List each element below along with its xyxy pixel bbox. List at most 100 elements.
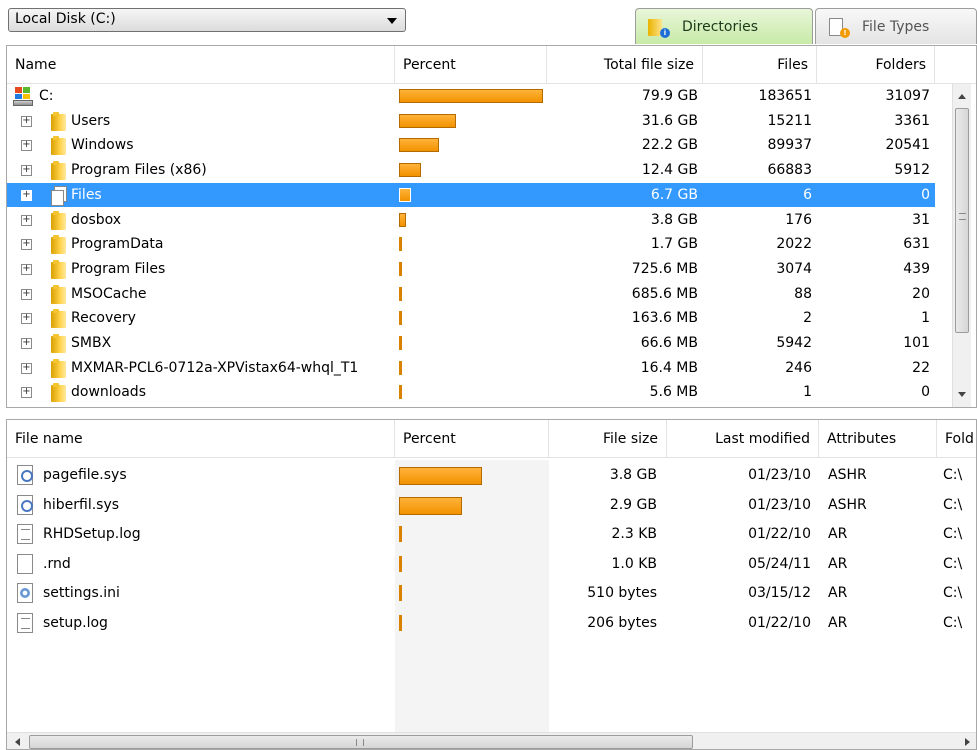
file-row[interactable]: hiberfil.sys 2.9 GB 01/23/10 ASHR C:\ [7, 490, 976, 520]
file-folder: C:\ [943, 585, 963, 601]
file-row[interactable]: setup.log 206 bytes 01/22/10 AR C:\ [7, 608, 976, 638]
directory-size: 5.6 MB [649, 384, 698, 400]
directory-folders: 31097 [885, 88, 930, 104]
file-last-modified: 05/24/11 [748, 556, 811, 572]
directory-row[interactable]: + Recovery 163.6 MB 2 1 [7, 306, 935, 330]
directory-files: 183651 [758, 88, 812, 104]
scroll-left-icon[interactable] [15, 738, 20, 746]
file-last-modified: 01/22/10 [748, 526, 811, 542]
expand-icon[interactable]: + [21, 313, 32, 324]
expand-icon[interactable]: + [21, 289, 32, 300]
tab-directories[interactable]: i Directories [635, 8, 813, 44]
directory-row[interactable]: + dosbox 3.8 GB 176 31 [7, 208, 935, 232]
file-last-modified: 01/22/10 [748, 615, 811, 631]
directory-folders: 5912 [894, 162, 930, 178]
column-header-files[interactable]: Files [703, 46, 817, 84]
scroll-right-icon[interactable] [965, 738, 970, 746]
directory-row[interactable]: + Program Files (x86) 12.4 GB 66883 5912 [7, 158, 935, 182]
file-size: 206 bytes [587, 615, 657, 631]
expand-icon[interactable]: + [21, 165, 32, 176]
files-panel: File name Percent File size Last modifie… [6, 419, 977, 750]
folder-icon [51, 359, 67, 378]
directory-row[interactable]: C: 79.9 GB 183651 31097 [7, 84, 935, 108]
expand-icon[interactable]: + [21, 264, 32, 275]
percent-bar [399, 89, 543, 103]
column-header-file-percent[interactable]: Percent [395, 420, 549, 458]
expand-icon[interactable]: + [21, 387, 32, 398]
directory-name: MXMAR-PCL6-0712a-XPVistax64-whql_T1 [71, 360, 359, 376]
column-header-folder[interactable]: Fold [937, 420, 976, 458]
percent-bar [399, 615, 402, 631]
directory-folders: 31 [912, 212, 930, 228]
directory-row[interactable]: + ProgramData 1.7 GB 2022 631 [7, 232, 935, 256]
directory-name: SMBX [71, 335, 112, 351]
column-header-percent[interactable]: Percent [395, 46, 547, 84]
directory-files: 5942 [776, 335, 812, 351]
expand-icon[interactable]: + [21, 338, 32, 349]
directory-row[interactable]: + downloads 5.6 MB 1 0 [7, 380, 935, 404]
horizontal-scroll-thumb[interactable] [29, 735, 693, 749]
directory-files: 6 [803, 187, 812, 203]
folder-icon [51, 235, 67, 254]
file-row[interactable]: settings.ini 510 bytes 03/15/12 AR C:\ [7, 578, 976, 608]
vertical-scrollbar[interactable] [952, 84, 971, 407]
directory-row[interactable]: + Files 6.7 GB 6 0 [7, 183, 935, 207]
file-last-modified: 03/15/12 [748, 585, 811, 601]
directory-size: 22.2 GB [641, 137, 698, 153]
directory-size: 6.7 GB [650, 187, 698, 203]
directory-row[interactable]: + Windows 22.2 GB 89937 20541 [7, 133, 935, 157]
directory-row[interactable]: + MSOCache 685.6 MB 88 20 [7, 282, 935, 306]
percent-bar [399, 467, 482, 485]
directory-size: 685.6 MB [631, 286, 698, 302]
percent-bar [399, 237, 402, 251]
directory-name: ProgramData [71, 236, 164, 252]
directory-folders: 20541 [885, 137, 930, 153]
file-row[interactable]: RHDSetup.log 2.3 KB 01/22/10 AR C:\ [7, 519, 976, 549]
scroll-up-icon[interactable] [958, 94, 966, 99]
horizontal-scrollbar[interactable] [7, 732, 976, 749]
column-header-last-modified[interactable]: Last modified [667, 420, 819, 458]
folder-icon [51, 285, 67, 304]
settings-file-icon [17, 583, 33, 603]
directory-row[interactable]: + SMBX 66.6 MB 5942 101 [7, 331, 935, 355]
percent-bar [399, 556, 402, 572]
file-size: 510 bytes [587, 585, 657, 601]
directory-row[interactable]: + Program Files 725.6 MB 3074 439 [7, 257, 935, 281]
directory-files: 89937 [767, 137, 812, 153]
percent-bar [399, 336, 402, 350]
file-folder: C:\ [943, 615, 963, 631]
expand-icon[interactable]: + [21, 363, 32, 374]
expand-icon[interactable]: + [21, 190, 32, 201]
drive-select[interactable]: Local Disk (C:) [8, 8, 406, 32]
column-header-file-size[interactable]: File size [549, 420, 667, 458]
column-header-name[interactable]: Name [7, 46, 395, 84]
percent-bar [399, 262, 402, 276]
top-bar: Local Disk (C:) i Directories ! File Typ… [0, 0, 977, 44]
directory-row[interactable]: + MXMAR-PCL6-0712a-XPVistax64-whql_T1 16.4… [7, 356, 935, 380]
files-icon [51, 186, 67, 206]
file-folder: C:\ [943, 497, 963, 513]
percent-bar [399, 585, 402, 601]
expand-icon[interactable]: + [21, 215, 32, 226]
directory-name: Users [71, 113, 111, 129]
column-header-total-size[interactable]: Total file size [547, 46, 703, 84]
directory-folders: 0 [921, 187, 930, 203]
vertical-scroll-thumb[interactable] [955, 108, 969, 333]
directory-folders: 20 [912, 286, 930, 302]
directory-name: dosbox [71, 212, 122, 228]
expand-icon[interactable]: + [21, 140, 32, 151]
column-header-file-name[interactable]: File name [7, 420, 395, 458]
file-attributes: ASHR [828, 497, 867, 513]
tab-file-types[interactable]: ! File Types [815, 8, 977, 44]
file-row[interactable]: pagefile.sys 3.8 GB 01/23/10 ASHR C:\ [7, 460, 976, 490]
directory-files: 3074 [776, 261, 812, 277]
column-header-attributes[interactable]: Attributes [819, 420, 937, 458]
scroll-down-icon[interactable] [958, 392, 966, 397]
file-warning-icon: ! [828, 17, 850, 38]
expand-icon[interactable]: + [21, 239, 32, 250]
drive-select-value: Local Disk (C:) [15, 11, 116, 27]
column-header-folders[interactable]: Folders [817, 46, 935, 84]
expand-icon[interactable]: + [21, 116, 32, 127]
directory-row[interactable]: + Users 31.6 GB 15211 3361 [7, 109, 935, 133]
file-row[interactable]: .rnd 1.0 KB 05/24/11 AR C:\ [7, 549, 976, 579]
